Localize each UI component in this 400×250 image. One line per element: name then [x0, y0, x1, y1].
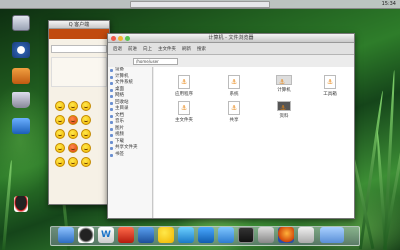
qq-input[interactable] [51, 45, 107, 53]
menu-bar: 15:34 [0, 0, 400, 9]
emoji-icon[interactable] [55, 143, 65, 153]
qq-window: Q 客户端 [48, 20, 110, 205]
clock: 15:34 [381, 1, 396, 7]
finder-icon[interactable] [58, 227, 74, 243]
refresh-button[interactable]: 刷新 [182, 46, 191, 52]
emoji-icon[interactable] [81, 129, 91, 139]
emoji-icon[interactable] [55, 157, 65, 167]
file-view: 应用程序 系统 计算机 工具箱 主文件夹 共享 资料 [154, 67, 354, 218]
chat-icon[interactable] [178, 227, 194, 243]
qq-icon[interactable] [78, 227, 94, 243]
file-browser-title: 计算机 - 文件浏览器 [208, 35, 254, 41]
qq-icon[interactable] [14, 196, 28, 212]
qq-window-title: Q 客户端 [49, 21, 109, 29]
forward-button[interactable]: 前进 [128, 46, 137, 52]
file-item[interactable]: 共享 [214, 101, 254, 123]
folder-icon[interactable] [320, 227, 344, 243]
emoji-icon[interactable] [68, 129, 78, 139]
emoji-icon[interactable] [81, 157, 91, 167]
file-browser-sidebar: 设备 计算机 文件系统 桌面 网络 回收站 主目录 文档 音乐 图片 视频 下载… [108, 67, 153, 218]
pdf-icon[interactable] [118, 227, 134, 243]
search-button[interactable]: 搜索 [197, 46, 206, 52]
emoji-icon[interactable] [68, 143, 78, 153]
close-button[interactable] [111, 36, 116, 41]
emoji-icon[interactable] [68, 157, 78, 167]
emoji-icon[interactable] [81, 143, 91, 153]
monitor-icon[interactable] [238, 227, 254, 243]
file-item[interactable]: 主文件夹 [164, 101, 204, 123]
file-item[interactable]: 计算机 [264, 75, 304, 93]
file-item[interactable]: 工具箱 [310, 75, 350, 97]
trash-icon[interactable] [12, 92, 30, 108]
emoji-icon[interactable] [55, 101, 65, 111]
sidebar-item-bookmarks[interactable]: 书签 [108, 152, 152, 159]
file-item[interactable]: 应用程序 [164, 75, 204, 97]
music-icon[interactable] [198, 227, 214, 243]
address-bar[interactable]: /home/user [133, 58, 178, 65]
emoji-icon[interactable] [68, 115, 78, 125]
emoji-icon[interactable] [55, 129, 65, 139]
file-browser-titlebar: 计算机 - 文件浏览器 [108, 34, 354, 43]
minimize-button[interactable] [118, 36, 123, 41]
qq-header-bar [49, 29, 109, 39]
gaming-icon[interactable] [298, 227, 314, 243]
window-list-button[interactable] [130, 1, 270, 8]
back-button[interactable]: 后退 [113, 46, 122, 52]
file-browser-toolbar: 后退 前进 向上 主文件夹 刷新 搜索 [108, 43, 354, 55]
emoji-icon[interactable] [81, 115, 91, 125]
terminal-icon[interactable] [258, 227, 274, 243]
zoom-button[interactable] [125, 36, 130, 41]
mozilla-icon[interactable] [12, 42, 30, 58]
qq-message-area [51, 57, 107, 87]
file-item[interactable]: 系统 [214, 75, 254, 97]
emoji-icon[interactable] [68, 101, 78, 111]
emoji-icon[interactable] [55, 115, 65, 125]
emoji-icon[interactable] [158, 227, 174, 243]
firefox-icon[interactable] [278, 227, 294, 243]
up-button[interactable]: 向上 [143, 46, 152, 52]
wireless-icon[interactable]: W [98, 227, 114, 243]
windows-icon[interactable] [218, 227, 234, 243]
emoji-icon[interactable] [81, 101, 91, 111]
thunderbird-icon[interactable] [138, 227, 154, 243]
home-button[interactable]: 主文件夹 [158, 46, 176, 52]
ubuntu-icon[interactable] [12, 68, 30, 84]
x11-icon[interactable] [12, 15, 30, 31]
file-browser-window: 计算机 - 文件浏览器 后退 前进 向上 主文件夹 刷新 搜索 /home/us… [107, 33, 355, 219]
network-icon[interactable] [12, 118, 30, 134]
file-item[interactable]: 资料 [264, 101, 304, 119]
